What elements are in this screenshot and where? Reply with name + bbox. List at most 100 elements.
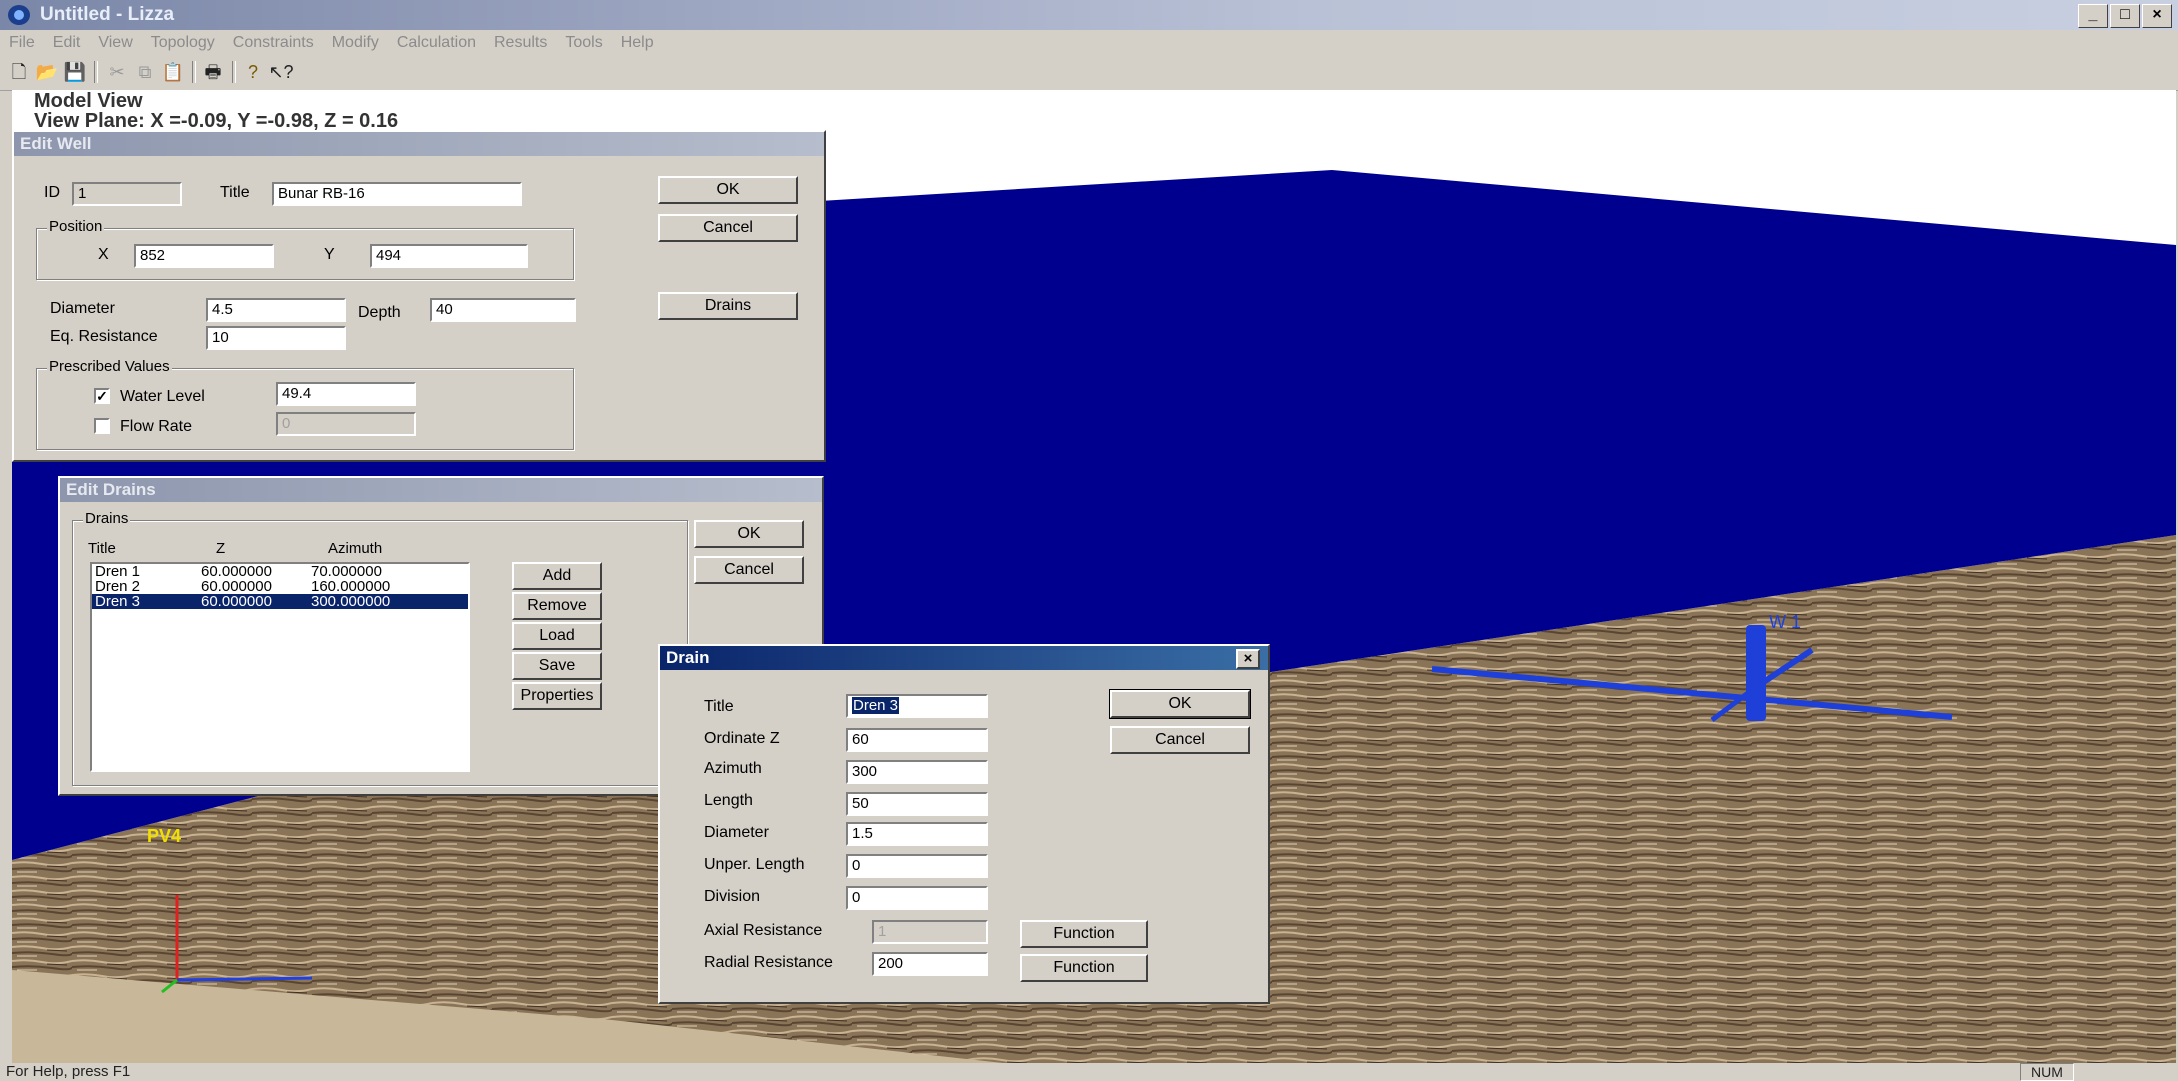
drain-azimuth-cell: 160.000000 xyxy=(311,578,391,595)
drain-cancel-button[interactable]: Cancel xyxy=(1110,726,1250,754)
add-button[interactable]: Add xyxy=(512,562,602,590)
menu-results[interactable]: Results xyxy=(485,34,556,52)
diameter-label: Diameter xyxy=(704,824,769,841)
drain-z-cell: 60.000000 xyxy=(201,593,272,610)
menu-constraints[interactable]: Constraints xyxy=(224,34,323,52)
window-title: Untitled - Lizza xyxy=(40,4,175,25)
position-label: Position xyxy=(47,218,105,235)
new-file-icon[interactable]: 🗋 xyxy=(6,60,32,84)
drain-z-cell: 60.000000 xyxy=(201,563,272,580)
unper-length-label: Unper. Length xyxy=(704,856,805,873)
radial-function-button[interactable]: Function xyxy=(1020,954,1148,982)
drain-title-cell: Dren 2 xyxy=(95,578,141,595)
status-bar: For Help, press F1 NUM xyxy=(0,1063,2178,1081)
drain-z-cell: 60.000000 xyxy=(201,578,272,595)
paste-icon[interactable]: 📋 xyxy=(160,60,186,84)
copy-icon[interactable]: ⧉ xyxy=(132,60,158,84)
prescribed-values-group: Prescribed Values xyxy=(36,358,574,450)
menu-edit[interactable]: Edit xyxy=(44,34,90,52)
context-help-icon[interactable]: ↖? xyxy=(268,60,294,84)
water-level-checkbox[interactable]: ✓ xyxy=(94,388,110,404)
drains-list[interactable]: Dren 1 60.000000 70.000000 Dren 2 60.000… xyxy=(90,562,470,772)
axial-resistance-label: Axial Resistance xyxy=(704,922,823,939)
toolbar: 🗋 📂 💾 ✂ ⧉ 📋 🖶 ? ↖? xyxy=(0,56,2178,91)
list-item[interactable]: Dren 2 60.000000 160.000000 xyxy=(92,579,468,594)
drain-title-cell: Dren 1 xyxy=(95,563,141,580)
axial-resistance-field: 1 xyxy=(872,920,988,944)
menu-calculation[interactable]: Calculation xyxy=(388,34,485,52)
menu-modify[interactable]: Modify xyxy=(323,34,388,52)
print-icon[interactable]: 🖶 xyxy=(200,60,226,84)
division-field[interactable]: 0 xyxy=(846,886,988,910)
diameter-field[interactable]: 4.5 xyxy=(206,298,346,322)
azimuth-label: Azimuth xyxy=(704,760,762,777)
depth-field[interactable]: 40 xyxy=(430,298,576,322)
drain-title-field[interactable]: Dren 3 xyxy=(846,694,988,718)
length-field[interactable]: 50 xyxy=(846,792,988,816)
radial-resistance-field[interactable]: 200 xyxy=(872,952,988,976)
x-label: X xyxy=(98,246,109,263)
open-folder-icon[interactable]: 📂 xyxy=(34,60,60,84)
drain-title-value: Dren 3 xyxy=(852,697,900,714)
drains-button[interactable]: Drains xyxy=(658,292,798,320)
drain-title-cell: Dren 3 xyxy=(95,593,141,610)
app-icon xyxy=(8,5,30,25)
menu-file[interactable]: File xyxy=(0,34,44,52)
well-w1-label: W 1 xyxy=(1769,612,1801,632)
cancel-button[interactable]: Cancel xyxy=(694,556,804,584)
save-disk-icon[interactable]: 💾 xyxy=(62,60,88,84)
list-item[interactable]: Dren 1 60.000000 70.000000 xyxy=(92,564,468,579)
eq-resistance-label: Eq. Resistance xyxy=(50,328,158,345)
minimize-button[interactable]: _ xyxy=(2078,4,2108,28)
cut-icon[interactable]: ✂ xyxy=(104,60,130,84)
edit-well-title[interactable]: Edit Well xyxy=(14,132,824,156)
flow-rate-checkbox[interactable] xyxy=(94,418,110,434)
water-level-field[interactable]: 49.4 xyxy=(276,382,416,406)
menu-tools[interactable]: Tools xyxy=(556,34,611,52)
unper-length-field[interactable]: 0 xyxy=(846,854,988,878)
help-icon[interactable]: ? xyxy=(240,60,266,84)
azimuth-field[interactable]: 300 xyxy=(846,760,988,784)
col-azimuth-header: Azimuth xyxy=(328,540,383,557)
load-button[interactable]: Load xyxy=(512,622,602,650)
division-label: Division xyxy=(704,888,761,905)
axial-function-button[interactable]: Function xyxy=(1020,920,1148,948)
drain-title[interactable]: Drain xyxy=(660,646,1268,670)
col-title-header: Title xyxy=(88,540,116,557)
diameter-label: Diameter xyxy=(50,300,115,317)
y-field[interactable]: 494 xyxy=(370,244,528,268)
drains-group-label: Drains xyxy=(83,510,131,527)
ordinate-z-label: Ordinate Z xyxy=(704,730,780,747)
maximize-button[interactable]: □ xyxy=(2110,4,2140,28)
ok-button[interactable]: OK xyxy=(658,176,798,204)
close-icon[interactable]: × xyxy=(1236,649,1260,669)
save-button[interactable]: Save xyxy=(512,652,602,680)
diameter-field[interactable]: 1.5 xyxy=(846,822,988,846)
id-field: 1 xyxy=(72,182,182,206)
flow-rate-label: Flow Rate xyxy=(120,418,193,435)
depth-label: Depth xyxy=(358,304,401,321)
menu-view[interactable]: View xyxy=(89,34,141,52)
edit-drains-title[interactable]: Edit Drains xyxy=(60,478,822,502)
close-button[interactable]: × xyxy=(2142,4,2172,28)
window-titlebar[interactable]: Untitled - Lizza _ □ × xyxy=(0,0,2178,30)
menu-bar: File Edit View Topology Constraints Modi… xyxy=(0,30,2178,56)
ok-button[interactable]: OK xyxy=(694,520,804,548)
water-level-label: Water Level xyxy=(120,388,205,405)
menu-help[interactable]: Help xyxy=(612,34,663,52)
edit-well-dialog: Edit Well ID 1 Title Bunar RB-16 Positio… xyxy=(12,130,826,462)
properties-button[interactable]: Properties xyxy=(512,682,602,710)
list-item-selected[interactable]: Dren 3 60.000000 300.000000 xyxy=(92,594,468,609)
drain-azimuth-cell: 70.000000 xyxy=(311,563,382,580)
length-label: Length xyxy=(704,792,753,809)
well-title-field[interactable]: Bunar RB-16 xyxy=(272,182,522,206)
remove-button[interactable]: Remove xyxy=(512,592,602,620)
drain-ok-button[interactable]: OK xyxy=(1109,689,1251,719)
menu-topology[interactable]: Topology xyxy=(142,34,224,52)
cancel-button[interactable]: Cancel xyxy=(658,214,798,242)
id-label: ID xyxy=(44,184,60,201)
eq-resistance-field[interactable]: 10 xyxy=(206,326,346,350)
ordinate-z-field[interactable]: 60 xyxy=(846,728,988,752)
status-help-text: For Help, press F1 xyxy=(6,1063,131,1080)
x-field[interactable]: 852 xyxy=(134,244,274,268)
